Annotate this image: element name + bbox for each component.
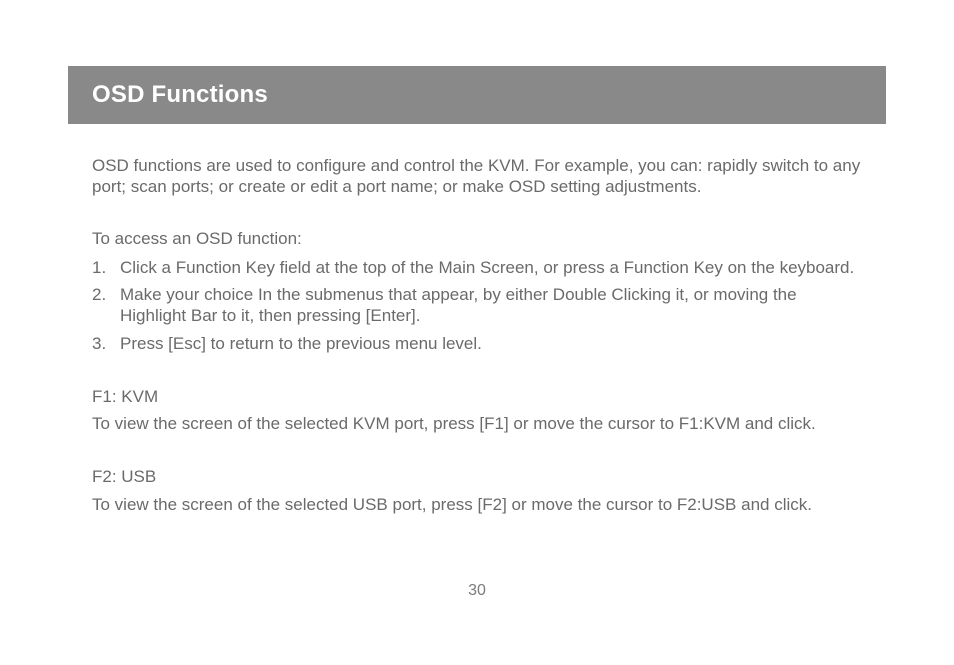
access-heading: To access an OSD function: [92,228,862,249]
step-item: Click a Function Key field at the top of… [120,257,862,278]
content-area: OSD functions are used to configure and … [92,155,862,547]
intro-paragraph: OSD functions are used to configure and … [92,155,862,198]
f2-block: F2: USB To view the screen of the select… [92,466,862,515]
step-item: Press [Esc] to return to the previous me… [120,333,862,354]
steps-list: Click a Function Key field at the top of… [92,257,862,354]
section-header-bar: OSD Functions [68,66,886,124]
f2-label: F2: USB [92,466,862,487]
f2-description: To view the screen of the selected USB p… [92,494,862,515]
section-title: OSD Functions [92,81,268,109]
f1-block: F1: KVM To view the screen of the select… [92,386,862,435]
f1-label: F1: KVM [92,386,862,407]
step-item: Make your choice In the submenus that ap… [120,284,862,327]
page-number: 30 [0,582,954,600]
f1-description: To view the screen of the selected KVM p… [92,413,862,434]
